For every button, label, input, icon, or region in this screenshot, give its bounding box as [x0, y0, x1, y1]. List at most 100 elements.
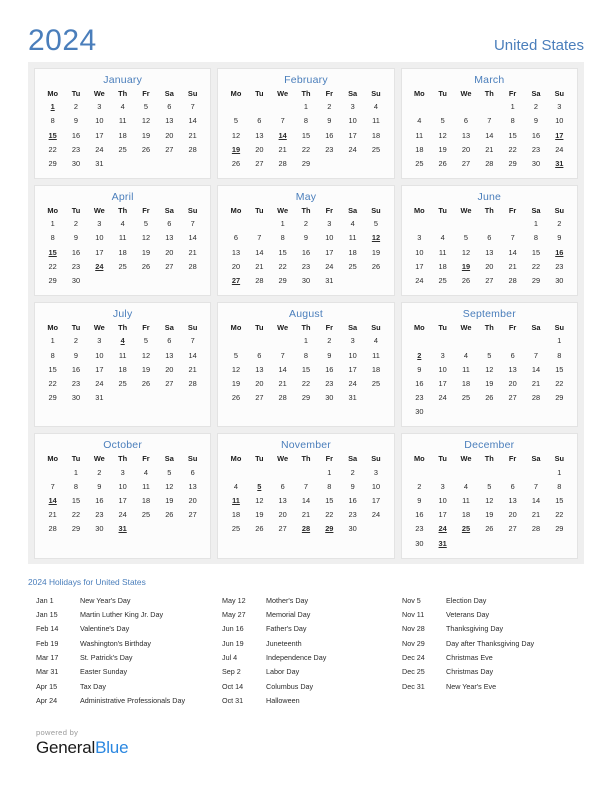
day-cell-holiday[interactable]: 31	[548, 157, 571, 171]
day-cell[interactable]: 6	[248, 348, 271, 362]
day-cell[interactable]: 23	[408, 522, 431, 536]
day-cell[interactable]: 19	[431, 143, 454, 157]
day-cell[interactable]: 21	[271, 143, 294, 157]
day-cell[interactable]: 23	[88, 508, 111, 522]
day-cell[interactable]: 20	[158, 363, 181, 377]
day-cell[interactable]: 18	[111, 129, 134, 143]
day-cell[interactable]: 4	[111, 217, 134, 231]
day-cell[interactable]: 3	[341, 334, 364, 348]
day-cell[interactable]: 14	[181, 348, 204, 362]
day-cell[interactable]: 18	[408, 143, 431, 157]
day-cell[interactable]: 16	[88, 494, 111, 508]
day-cell[interactable]: 21	[478, 143, 501, 157]
day-cell[interactable]: 24	[548, 143, 571, 157]
day-cell[interactable]: 4	[111, 100, 134, 114]
day-cell[interactable]: 10	[364, 480, 387, 494]
day-cell[interactable]: 29	[548, 522, 571, 536]
day-cell[interactable]: 15	[64, 494, 87, 508]
day-cell[interactable]: 9	[64, 348, 87, 362]
day-cell[interactable]: 27	[248, 157, 271, 171]
day-cell[interactable]: 7	[271, 348, 294, 362]
day-cell[interactable]: 9	[64, 231, 87, 245]
day-cell[interactable]: 16	[294, 246, 317, 260]
day-cell[interactable]: 6	[158, 100, 181, 114]
day-cell[interactable]: 17	[318, 246, 341, 260]
day-cell[interactable]: 14	[501, 246, 524, 260]
day-cell[interactable]: 6	[224, 231, 247, 245]
day-cell[interactable]: 30	[64, 274, 87, 288]
day-cell[interactable]: 21	[181, 363, 204, 377]
day-cell[interactable]: 26	[134, 377, 157, 391]
day-cell[interactable]: 17	[88, 363, 111, 377]
day-cell[interactable]: 22	[64, 508, 87, 522]
day-cell[interactable]: 30	[64, 157, 87, 171]
day-cell[interactable]: 16	[64, 363, 87, 377]
day-cell[interactable]: 30	[294, 274, 317, 288]
day-cell[interactable]: 23	[64, 260, 87, 274]
day-cell[interactable]: 14	[271, 363, 294, 377]
day-cell[interactable]: 1	[501, 100, 524, 114]
day-cell[interactable]: 22	[318, 508, 341, 522]
day-cell[interactable]: 4	[364, 100, 387, 114]
day-cell[interactable]: 14	[181, 114, 204, 128]
day-cell[interactable]: 16	[318, 363, 341, 377]
day-cell[interactable]: 15	[524, 246, 547, 260]
day-cell[interactable]: 26	[134, 260, 157, 274]
day-cell[interactable]: 15	[548, 494, 571, 508]
day-cell-holiday[interactable]: 31	[111, 522, 134, 536]
day-cell[interactable]: 9	[64, 114, 87, 128]
day-cell[interactable]: 23	[341, 508, 364, 522]
day-cell[interactable]: 22	[41, 260, 64, 274]
day-cell-holiday[interactable]: 24	[431, 522, 454, 536]
day-cell[interactable]: 20	[248, 143, 271, 157]
day-cell[interactable]: 2	[294, 217, 317, 231]
day-cell[interactable]: 15	[294, 363, 317, 377]
day-cell[interactable]: 11	[111, 114, 134, 128]
day-cell[interactable]: 5	[134, 217, 157, 231]
day-cell[interactable]: 30	[524, 157, 547, 171]
day-cell[interactable]: 7	[181, 217, 204, 231]
day-cell[interactable]: 9	[524, 114, 547, 128]
day-cell-holiday[interactable]: 25	[454, 522, 477, 536]
day-cell[interactable]: 21	[501, 260, 524, 274]
day-cell[interactable]: 31	[318, 274, 341, 288]
day-cell[interactable]: 20	[224, 260, 247, 274]
day-cell[interactable]: 23	[64, 377, 87, 391]
day-cell[interactable]: 7	[181, 334, 204, 348]
day-cell[interactable]: 18	[341, 246, 364, 260]
day-cell[interactable]: 14	[524, 363, 547, 377]
day-cell[interactable]: 26	[224, 391, 247, 405]
day-cell[interactable]: 21	[181, 246, 204, 260]
day-cell[interactable]: 13	[271, 494, 294, 508]
day-cell[interactable]: 24	[364, 508, 387, 522]
day-cell[interactable]: 8	[294, 114, 317, 128]
day-cell[interactable]: 5	[478, 348, 501, 362]
day-cell[interactable]: 11	[364, 348, 387, 362]
day-cell[interactable]: 11	[408, 129, 431, 143]
day-cell[interactable]: 25	[431, 274, 454, 288]
day-cell[interactable]: 19	[478, 377, 501, 391]
day-cell[interactable]: 19	[158, 494, 181, 508]
day-cell[interactable]: 28	[248, 274, 271, 288]
day-cell[interactable]: 12	[431, 129, 454, 143]
day-cell[interactable]: 7	[478, 114, 501, 128]
day-cell[interactable]: 13	[224, 246, 247, 260]
day-cell[interactable]: 30	[408, 405, 431, 419]
day-cell[interactable]: 3	[318, 217, 341, 231]
day-cell[interactable]: 6	[248, 114, 271, 128]
day-cell[interactable]: 31	[88, 391, 111, 405]
day-cell-holiday[interactable]: 29	[318, 522, 341, 536]
day-cell[interactable]: 27	[454, 157, 477, 171]
day-cell[interactable]: 3	[88, 100, 111, 114]
day-cell[interactable]: 28	[41, 522, 64, 536]
day-cell-holiday[interactable]: 2	[408, 348, 431, 362]
day-cell[interactable]: 3	[408, 231, 431, 245]
day-cell[interactable]: 28	[524, 522, 547, 536]
day-cell[interactable]: 13	[501, 494, 524, 508]
day-cell[interactable]: 2	[64, 100, 87, 114]
day-cell[interactable]: 25	[111, 260, 134, 274]
day-cell[interactable]: 21	[524, 377, 547, 391]
day-cell[interactable]: 7	[41, 480, 64, 494]
day-cell[interactable]: 4	[408, 114, 431, 128]
day-cell[interactable]: 26	[248, 522, 271, 536]
